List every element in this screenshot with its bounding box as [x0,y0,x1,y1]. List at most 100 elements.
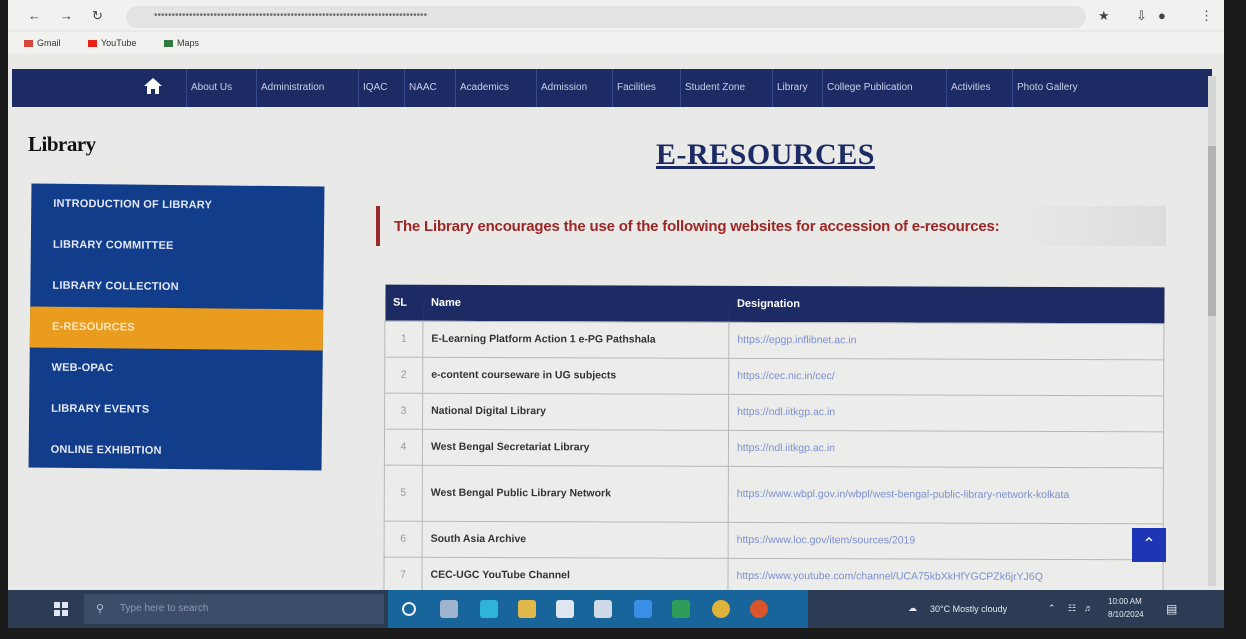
edge-icon[interactable] [480,600,498,618]
forward-icon[interactable]: → [60,8,73,23]
app-icon[interactable] [634,600,652,618]
nav-admission[interactable]: Admission [536,69,591,107]
library-sidebar: INTRODUCTION OF LIBRARY LIBRARY COMMITTE… [28,183,325,473]
home-icon[interactable] [144,78,162,94]
windows-start-icon[interactable] [54,602,68,616]
nav-student-zone[interactable]: Student Zone [680,69,749,107]
sidebar-item-collection[interactable]: LIBRARY COLLECTION [30,265,323,309]
row-sl: 4 [384,428,423,465]
nav-naac[interactable]: NAAC [404,69,441,107]
table-row: 6 South Asia Archive https://www.loc.gov… [384,520,1164,560]
scroll-to-top-button[interactable]: ⌃ [1132,528,1166,562]
bookmarks-bar: Gmail YouTube Maps [8,32,1224,54]
tray-chevron-icon[interactable]: ⌃ [1048,603,1056,614]
sidebar-item-events[interactable]: LIBRARY EVENTS [29,388,322,432]
clock-date[interactable]: 8/10/2024 [1108,610,1144,619]
menu-icon[interactable]: ⋮ [1200,8,1213,24]
page-title: E-RESOURCES [656,138,875,171]
bookmark-youtube[interactable]: YouTube [88,38,136,48]
star-icon[interactable]: ★ [1098,8,1110,24]
nav-photo-gallery[interactable]: Photo Gallery [1012,69,1082,107]
row-link[interactable]: https://epgp.inflibnet.ac.in [728,321,1164,360]
row-sl: 7 [383,556,423,593]
header-name: Name [422,284,730,322]
e-resources-table: SL Name Designation 1 E-Learning Platfor… [383,284,1165,596]
cortana-icon[interactable] [402,602,416,616]
row-name: West Bengal Secretariat Library [422,428,729,466]
row-link[interactable]: https://www.loc.gov/item/sources/2019 [728,521,1164,560]
nav-library[interactable]: Library [772,69,812,107]
clock-time[interactable]: 10:00 AM [1108,597,1142,606]
sidebar-item-web-opac[interactable]: WEB-OPAC [29,347,322,391]
table-row: 3 National Digital Library https://ndl.i… [384,392,1164,432]
row-name: National Digital Library [422,392,729,430]
search-placeholder: Type here to search [120,603,209,614]
row-sl: 5 [384,464,423,521]
excel-icon[interactable] [672,600,690,618]
nav-administration[interactable]: Administration [256,69,328,107]
nav-college-publication[interactable]: College Publication [822,69,917,107]
reload-icon[interactable]: ↻ [92,8,103,24]
profile-icon[interactable]: ● [1158,8,1166,23]
vertical-scrollbar[interactable] [1208,76,1216,586]
row-name: South Asia Archive [422,520,729,558]
back-icon[interactable]: ← [28,8,41,23]
download-icon[interactable]: ⇩ [1136,8,1147,24]
url-text: ••••••••••••••••••••••••••••••••••••••••… [154,10,428,21]
search-icon: ⚲ [96,603,105,615]
row-sl: 2 [384,356,423,393]
firefox-icon[interactable] [750,600,768,618]
maps-icon [164,40,173,48]
row-link[interactable]: https://ndl.iitkgp.ac.in [728,429,1164,468]
table-row: 1 E-Learning Platform Action 1 e-PG Path… [384,320,1164,360]
row-sl: 1 [384,320,423,357]
youtube-icon [88,40,97,48]
task-view-icon[interactable] [440,600,458,618]
nav-facilities[interactable]: Facilities [612,69,660,107]
chrome-icon[interactable] [712,600,730,618]
gmail-icon [24,40,33,48]
site-navigation: About Us Administration IQAC NAAC Academ… [12,69,1212,107]
row-link[interactable]: https://www.wbpl.gov.in/wbpl/west-bengal… [728,465,1164,524]
address-bar[interactable]: ••••••••••••••••••••••••••••••••••••••••… [126,6,1086,28]
intro-text: The Library encourages the use of the fo… [394,218,1000,235]
sidebar-item-e-resources[interactable]: E-RESOURCES [29,306,324,351]
nav-iqac[interactable]: IQAC [358,69,391,107]
row-link[interactable]: https://ndl.iitkgp.ac.in [728,393,1164,432]
nav-academics[interactable]: Academics [455,69,513,107]
pinned-apps [388,590,808,628]
taskbar: ⚲ Type here to search ☁ 30°C Mostly clou… [8,590,1224,628]
notification-icon[interactable]: ▤ [1166,602,1177,616]
store-icon[interactable] [556,600,574,618]
browser-toolbar: ← → ↻ ••••••••••••••••••••••••••••••••••… [8,0,1224,30]
bookmark-gmail[interactable]: Gmail [24,38,61,48]
table-row: 4 West Bengal Secretariat Library https:… [384,428,1164,468]
volume-icon[interactable]: ♬ [1084,603,1093,613]
sidebar-title: Library [28,132,96,156]
row-sl: 3 [384,392,423,429]
row-sl: 6 [384,520,423,557]
sidebar-item-exhibition[interactable]: ONLINE EXHIBITION [28,429,321,473]
table-row: 5 West Bengal Public Library Network htt… [384,464,1164,524]
row-name: CEC-UGC YouTube Channel [421,556,729,594]
network-icon[interactable]: ☷ [1068,603,1076,614]
sidebar-item-committee[interactable]: LIBRARY COMMITTEE [31,224,324,268]
row-name: e-content courseware in UG subjects [422,356,729,394]
sidebar-item-introduction[interactable]: INTRODUCTION OF LIBRARY [31,183,324,227]
row-name: E-Learning Platform Action 1 e-PG Pathsh… [422,320,729,358]
file-explorer-icon[interactable] [518,600,536,618]
scrollbar-thumb[interactable] [1208,146,1216,316]
weather-text[interactable]: 30°C Mostly cloudy [930,604,1007,614]
mail-icon[interactable] [594,600,612,618]
taskbar-search[interactable]: ⚲ Type here to search [84,594,384,624]
intro-callout: The Library encourages the use of the fo… [376,206,1166,246]
row-name: West Bengal Public Library Network [422,464,729,522]
nav-about-us[interactable]: About Us [186,69,236,107]
row-link[interactable]: https://cec.nic.in/cec/ [728,357,1164,396]
header-sl: SL [384,284,424,321]
table-row: 2 e-content courseware in UG subjects ht… [384,356,1164,396]
table-header-row: SL Name Designation [384,284,1165,324]
bookmark-maps[interactable]: Maps [164,38,199,48]
nav-activities[interactable]: Activities [946,69,994,107]
chevron-up-icon: ⌃ [1142,536,1156,553]
